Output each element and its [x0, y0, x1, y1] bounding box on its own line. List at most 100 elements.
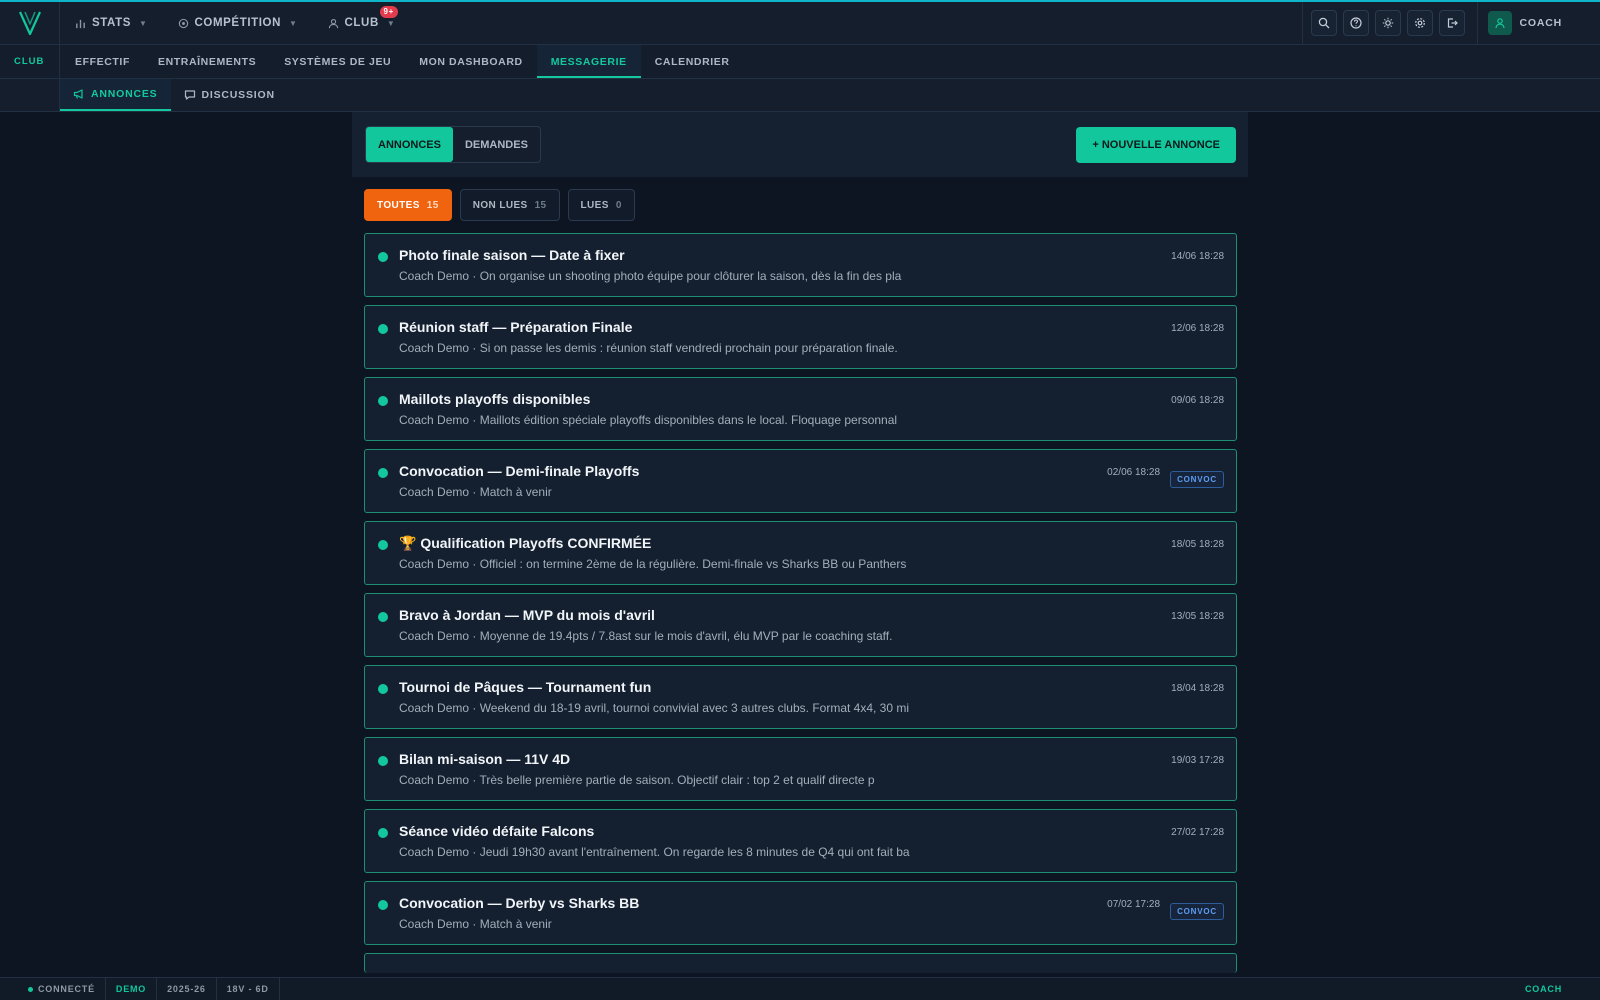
- message-date: 18/05 18:28: [1171, 539, 1224, 550]
- filter-count: 0: [615, 199, 622, 211]
- message-date: 09/06 18:28: [1171, 395, 1224, 406]
- list-item[interactable]: 🏆 Qualification Playoffs CONFIRMÉE Coach…: [364, 521, 1237, 585]
- filter-non-lues[interactable]: NON LUES 15: [459, 189, 560, 221]
- top-bar: STATS ▼ COMPÉTITION ▼ CLUB ▼ 9+ COACH: [0, 1, 1600, 45]
- unread-dot: [378, 396, 388, 406]
- message-preview: Coach Demo · Weekend du 18-19 avril, tou…: [399, 701, 910, 715]
- chevron-down-icon: ▼: [386, 18, 396, 28]
- unread-dot: [378, 540, 388, 550]
- tab-systemes-de-jeu[interactable]: SYSTÈMES DE JEU: [270, 45, 405, 78]
- message-date: 19/03 17:28: [1171, 755, 1224, 766]
- message-date: 13/05 18:28: [1171, 611, 1224, 622]
- status-dot: [28, 986, 33, 992]
- new-announcement-button[interactable]: + NOUVELLE ANNONCE: [1076, 126, 1236, 163]
- tab-calendrier[interactable]: CALENDRIER: [641, 45, 744, 78]
- subtab-annonces[interactable]: ANNONCES: [60, 79, 171, 111]
- unread-dot: [378, 252, 388, 262]
- filter-count: 15: [534, 199, 547, 211]
- subnav-spacer: [0, 79, 60, 111]
- connection-status: CONNECTÉ: [0, 978, 106, 1000]
- user-menu[interactable]: COACH: [1476, 2, 1600, 44]
- filter-toutes[interactable]: TOUTES 15: [364, 189, 452, 221]
- unread-dot: [378, 468, 388, 478]
- section-tabs: EFFECTIF ENTRAÎNEMENTS SYSTÈMES DE JEU M…: [60, 45, 744, 78]
- theme-toggle-button[interactable]: [1374, 10, 1401, 36]
- unread-dot: [378, 756, 388, 766]
- mode-indicator: DEMO: [106, 978, 158, 1000]
- message-title: Convocation — Derby vs Sharks BB: [399, 895, 640, 911]
- avatar: [1487, 11, 1512, 35]
- unread-dot: [378, 324, 388, 334]
- list-item[interactable]: Tournoi de Pâques — Tournament fun Coach…: [364, 665, 1237, 729]
- record-indicator: 18V - 6D: [217, 978, 280, 1000]
- toolbar-actions: COACH: [1301, 2, 1600, 44]
- list-item[interactable]: Maillots playoffs disponibles Coach Demo…: [364, 377, 1237, 441]
- help-icon: [1349, 17, 1362, 29]
- nav-club[interactable]: CLUB ▼ 9+: [328, 2, 398, 44]
- read-filters: TOUTES 15 NON LUES 15 LUES 0: [364, 189, 635, 221]
- nav-stats[interactable]: STATS ▼: [75, 2, 148, 44]
- chevron-down-icon: ▼: [289, 18, 298, 28]
- gear-icon: [1414, 18, 1425, 28]
- nav-club-label: CLUB: [344, 17, 379, 29]
- message-title: 🏆 Qualification Playoffs CONFIRMÉE: [399, 535, 652, 551]
- message-title: Convocation — Demi-finale Playoffs: [399, 463, 640, 479]
- filter-label: NON LUES: [472, 199, 528, 211]
- message-title: Bilan mi-saison — 11V 4D: [399, 751, 571, 767]
- segment-demandes[interactable]: DEMANDES: [453, 127, 540, 162]
- message-title: Photo finale saison — Date à fixer: [399, 247, 625, 263]
- megaphone-icon: [73, 89, 83, 99]
- filter-lues[interactable]: LUES 0: [567, 189, 635, 221]
- users-icon: [328, 18, 338, 28]
- message-date: 14/06 18:28: [1171, 251, 1224, 262]
- bar-chart-icon: [76, 19, 85, 28]
- subtab-discussion-label: DISCUSSION: [201, 89, 275, 101]
- message-preview: Coach Demo · Match à venir: [399, 485, 552, 499]
- list-item[interactable]: Bilan mi-saison — 11V 4D Coach Demo · Tr…: [364, 737, 1237, 801]
- message-title: Maillots playoffs disponibles: [399, 391, 591, 407]
- list-item[interactable]: Réunion staff — Préparation Finale Coach…: [364, 305, 1237, 369]
- tab-messagerie[interactable]: MESSAGERIE: [536, 45, 641, 78]
- message-title: Réunion staff — Préparation Finale: [399, 319, 633, 335]
- convoc-badge: CONVOC: [1170, 903, 1224, 920]
- unread-dot: [378, 828, 388, 838]
- nav-competition[interactable]: COMPÉTITION ▼: [178, 2, 298, 44]
- announcements-toolbar: ANNONCES DEMANDES + NOUVELLE ANNONCE: [352, 112, 1248, 177]
- connection-label: CONNECTÉ: [38, 984, 95, 994]
- target-icon: [178, 18, 188, 28]
- search-icon: [1318, 17, 1329, 29]
- search-button[interactable]: [1310, 10, 1337, 36]
- tab-entrainements[interactable]: ENTRAÎNEMENTS: [144, 45, 270, 78]
- message-title: Séance vidéo défaite Falcons: [399, 823, 595, 839]
- app-logo[interactable]: [0, 1, 60, 45]
- role-indicator: COACH: [1525, 984, 1562, 994]
- list-item[interactable]: Convocation — Demi-finale Playoffs Coach…: [364, 449, 1237, 513]
- tab-mon-dashboard[interactable]: MON DASHBOARD: [405, 45, 536, 78]
- list-item[interactable]: Bravo à Jordan — MVP du mois d'avril Coa…: [364, 593, 1237, 657]
- view-switch: ANNONCES DEMANDES: [365, 126, 541, 163]
- unread-dot: [378, 684, 388, 694]
- help-button[interactable]: [1342, 10, 1369, 36]
- subtab-discussion[interactable]: DISCUSSION: [171, 79, 288, 111]
- tab-effectif[interactable]: EFFECTIF: [61, 45, 144, 78]
- status-bar: CONNECTÉ DEMO 2025-26 18V - 6D COACH: [0, 977, 1600, 1000]
- season-indicator: 2025-26: [157, 978, 217, 1000]
- list-item[interactable]: Séance vidéo défaite Falcons Coach Demo …: [364, 809, 1237, 873]
- message-preview: Coach Demo · Officiel : on termine 2ème …: [399, 557, 907, 571]
- logout-button[interactable]: [1438, 10, 1465, 36]
- message-preview: Coach Demo · Maillots édition spéciale p…: [399, 413, 898, 427]
- list-item[interactable]: Convocation — Derby vs Sharks BB Coach D…: [364, 881, 1237, 945]
- chat-icon: [184, 90, 195, 100]
- main-nav: STATS ▼ COMPÉTITION ▼ CLUB ▼ 9+: [60, 2, 425, 44]
- convoc-badge: CONVOC: [1170, 471, 1224, 488]
- sub-nav: ANNONCES DISCUSSION: [0, 79, 1600, 112]
- filter-label: LUES: [580, 199, 609, 211]
- announcement-list: Photo finale saison — Date à fixer Coach…: [364, 233, 1237, 977]
- list-item[interactable]: Photo finale saison — Date à fixer Coach…: [364, 233, 1237, 297]
- message-date: 18/04 18:28: [1171, 683, 1224, 694]
- settings-button[interactable]: [1406, 10, 1433, 36]
- segment-annonces[interactable]: ANNONCES: [366, 127, 453, 162]
- list-item-partial[interactable]: [364, 953, 1237, 973]
- section-label: CLUB: [0, 45, 60, 78]
- chevron-down-icon: ▼: [139, 18, 148, 28]
